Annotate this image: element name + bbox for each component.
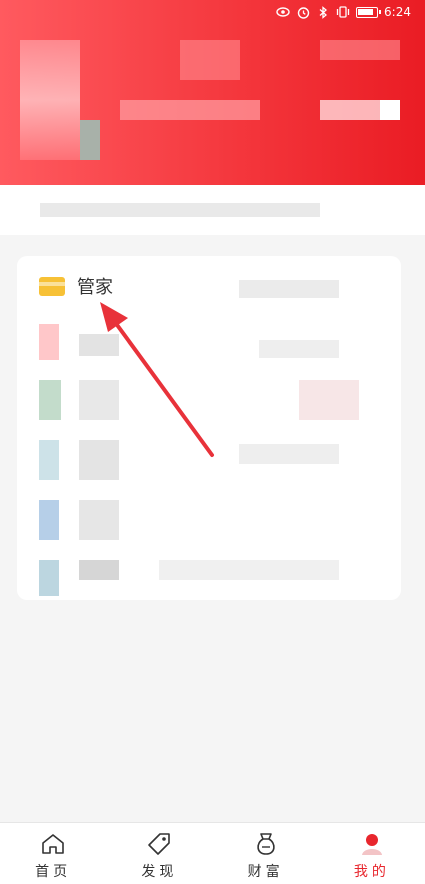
bottom-nav: 首页 发现 财富 我的 [0,822,425,884]
home-icon [39,831,67,857]
nav-label-home: 首页 [35,864,72,880]
nav-label-wealth: 财富 [247,864,284,880]
nav-item-mine[interactable]: 我的 [319,823,425,884]
nav-item-discover[interactable]: 发现 [106,823,212,884]
profile-icon [358,831,386,857]
nav-label-mine: 我的 [353,864,390,880]
money-bag-icon [252,831,280,857]
annotation-arrow [100,302,214,457]
nav-item-wealth[interactable]: 财富 [213,823,319,884]
tag-icon [145,831,173,857]
nav-item-home[interactable]: 首页 [0,823,106,884]
nav-label-discover: 发现 [141,864,178,880]
